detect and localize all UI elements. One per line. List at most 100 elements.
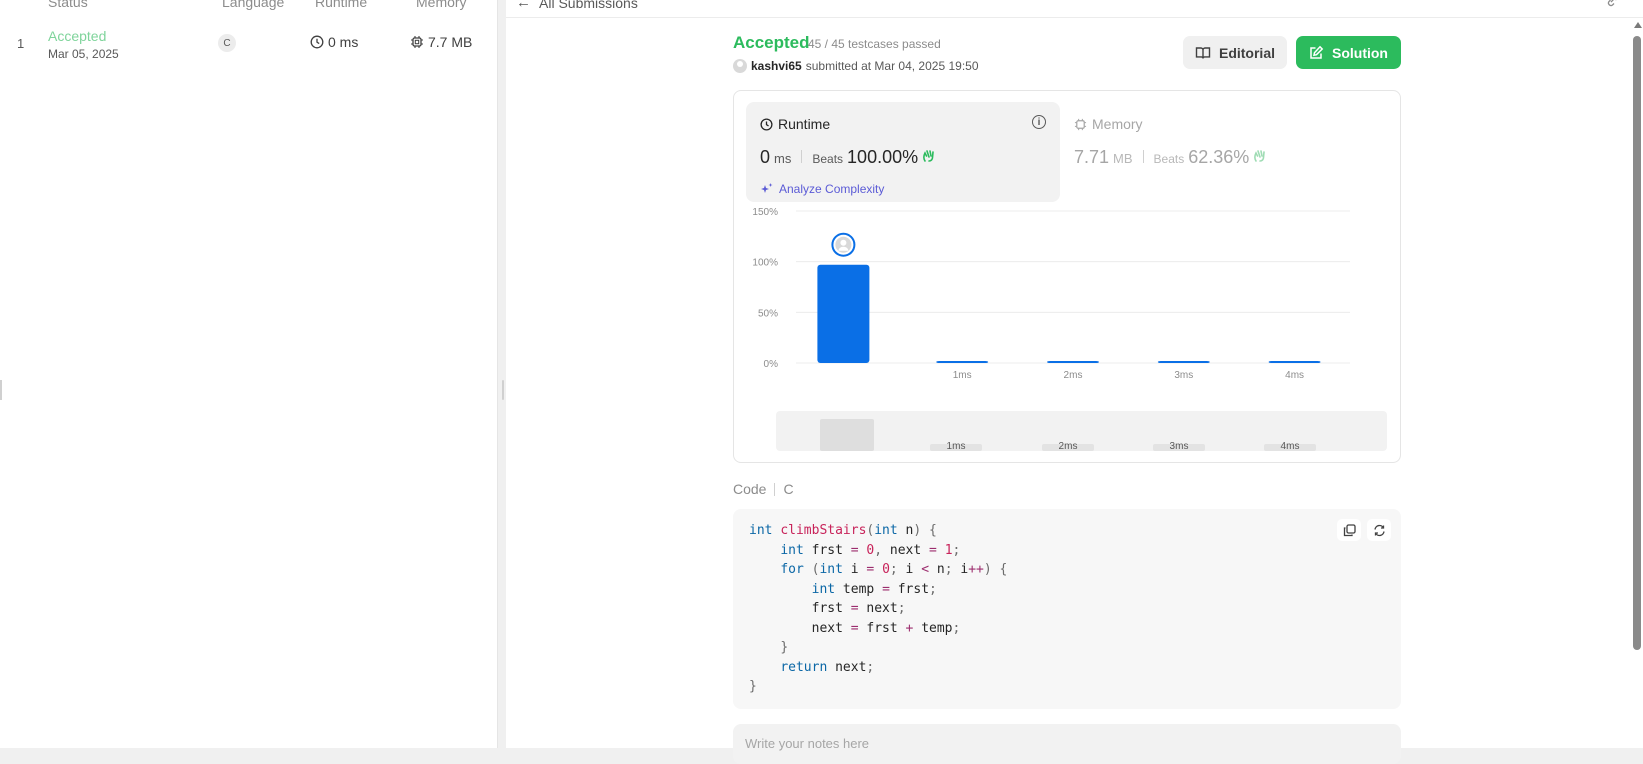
copy-button[interactable] [1337,519,1361,541]
submitted-time: submitted at Mar 04, 2025 19:50 [805,59,979,73]
solution-label: Solution [1332,44,1388,61]
scroll-thumb[interactable] [1633,36,1641,650]
memory-beats-value: 62.36% [1188,147,1250,167]
memory-column-header: Memory [416,0,467,10]
row-date: Mar 05, 2025 [48,47,119,61]
code-section-label: Code C [733,481,794,497]
runtime-panel[interactable]: Runtime i 0 ms Beats 100.00% Analyze Com… [746,102,1060,202]
chart-bar[interactable] [936,360,989,363]
language-header-label: Language [222,0,285,10]
row-memory-value: 7.7 MB [428,34,473,50]
clap-hands-icon [923,150,934,162]
overview-tick-label: 2ms [1059,441,1078,451]
scroll-up-arrow-icon[interactable] [1634,22,1642,28]
runtime-label: Runtime [760,116,830,132]
chart-overview[interactable]: 1ms 2ms 3ms 4ms [776,411,1387,451]
book-icon [1195,46,1211,59]
avatar[interactable] [733,59,747,73]
memory-value: 7.71 MB Beats 62.36% [1074,147,1267,168]
analyze-complexity-label: Analyze Complexity [779,182,885,196]
drag-handle[interactable] [502,380,504,400]
clock-icon [310,35,324,49]
chip-icon [411,36,423,48]
refresh-icon [1373,524,1385,536]
x-tick-label: 2ms [1064,370,1083,381]
row-memory: 7.7 MB [410,34,472,50]
detail-topbar: ← All Submissions [506,0,1643,18]
code-block[interactable]: int climbStairs(int n) { int frst = 0, n… [733,509,1401,709]
sparkle-icon [761,183,773,193]
x-tick-label: 4ms [1285,370,1304,381]
x-tick-label: 3ms [1174,370,1193,381]
code-language: C [783,481,794,497]
runtime-distribution-chart[interactable]: 0% 50% 100% 150% 1ms 2ms 3ms 4ms [734,206,1402,406]
row-runtime-value: 0 ms [328,34,359,50]
runtime-beats-label: Beats [812,152,844,166]
panel-edge-handle [0,380,2,400]
performance-card: Runtime i 0 ms Beats 100.00% Analyze Com… [733,90,1401,463]
y-tick-label: 150% [752,207,778,218]
back-label: All Submissions [539,0,638,11]
runtime-beats-value: 100.00% [847,147,919,167]
y-tick-label: 50% [758,308,778,319]
runtime-column-header: Runtime [315,0,368,10]
submission-detail-panel: ← All Submissions Accepted 45 / 45 testc… [506,0,1643,764]
overview-tick-label: 4ms [1281,441,1300,451]
value-separator [1142,150,1144,163]
submissions-list-panel: Status Language Runtime Memory 1 Accepte… [0,0,498,748]
clap-hands-icon [1254,150,1266,162]
testcases-passed: 45 / 45 testcases passed [808,37,941,51]
chart-bar[interactable] [1157,360,1210,363]
y-tick-label: 100% [752,258,778,269]
memory-unit: MB [1113,151,1133,166]
runtime-number: 0 [760,147,771,167]
memory-beats-label: Beats [1153,152,1185,166]
submitter-info: kashvi65 submitted at Mar 04, 2025 19:50 [733,59,979,73]
analyze-complexity-link[interactable]: Analyze Complexity [760,182,884,196]
notes-field[interactable]: Write your notes here [733,724,1401,764]
chart-bar[interactable] [1047,360,1099,363]
editorial-button[interactable]: Editorial [1183,36,1287,69]
avatar-head [840,239,847,246]
chip-icon [1074,118,1087,130]
row-status[interactable]: Accepted [48,28,106,44]
format-button[interactable] [1367,519,1391,541]
language-badge: C [218,34,236,52]
y-tick-label: 0% [764,359,779,370]
runtime-label-text: Runtime [778,116,831,132]
username[interactable]: kashvi65 [751,59,802,73]
overview-tick-label: 1ms [947,441,966,451]
arrow-left-icon: ← [516,0,531,11]
overview-tick-label: 3ms [1170,441,1189,451]
status-header-label: Status [48,0,88,10]
memory-label: Memory [1074,116,1143,132]
chart-overview-brush[interactable]: 1ms 2ms 3ms 4ms [776,411,1387,451]
copy-icon [1343,523,1356,536]
editorial-label: Editorial [1218,44,1275,61]
submission-status: Accepted [733,33,810,52]
clock-icon [760,117,773,131]
scrollbar[interactable] [1631,20,1643,748]
runtime-unit: ms [774,151,792,166]
code-label: Code [733,481,767,497]
info-icon[interactable]: i [1032,115,1046,129]
memory-panel[interactable]: Memory 7.71 MB Beats 62.36% [1074,102,1388,202]
overview-bar [820,419,874,451]
chart-bar[interactable] [817,264,870,363]
all-submissions-link[interactable]: ← All Submissions [516,0,638,11]
panel-divider[interactable] [498,0,506,748]
memory-number: 7.71 [1074,147,1110,167]
memory-label-text: Memory [1092,116,1143,132]
submissions-table-header: Status Language Runtime Memory [0,0,497,12]
label-separator [774,482,776,496]
solution-button[interactable]: Solution [1296,36,1401,69]
chart-bar[interactable] [1268,360,1321,363]
code-content[interactable]: int climbStairs(int n) { int frst = 0, n… [749,521,1007,697]
x-tick-label: 1ms [953,370,972,381]
row-runtime: 0 ms [310,34,358,50]
row-index: 1 [17,36,25,51]
edit-icon [1310,45,1324,59]
link-icon[interactable] [1605,0,1621,8]
value-separator [801,150,803,163]
runtime-value: 0 ms Beats 100.00% [760,147,936,168]
